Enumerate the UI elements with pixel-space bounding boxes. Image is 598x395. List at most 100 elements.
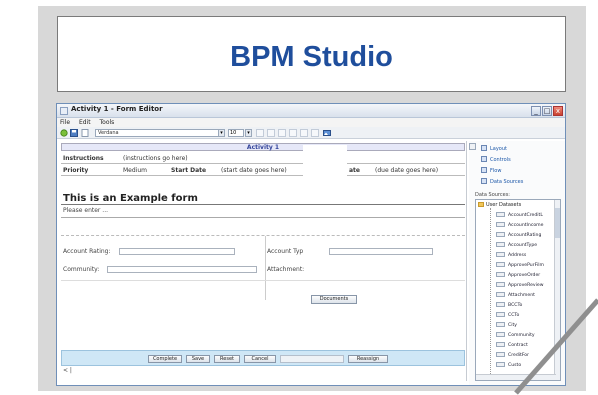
chevron-down-icon[interactable]: ▾ (245, 129, 252, 137)
align-left-button[interactable] (289, 129, 297, 137)
menu-edit[interactable]: Edit (79, 119, 91, 126)
tree-item[interactable]: AccountIncome (496, 222, 543, 228)
data-source-tree[interactable]: User Datasets AccountCreditL AccountInco… (475, 199, 561, 381)
italic-button[interactable] (267, 129, 275, 137)
documents-button[interactable]: Documents (311, 295, 357, 304)
instructions-row: Instructions (instructions go here) (61, 153, 465, 164)
save-icon[interactable] (70, 129, 78, 137)
tree-item[interactable]: ApproveOrder (496, 272, 540, 278)
activity-title: Activity 1 (61, 143, 465, 151)
action-button-bar: Complete Save Reset Cancel Reassign (61, 350, 465, 366)
save-button[interactable]: Save (186, 355, 210, 363)
bold-button[interactable] (256, 129, 264, 137)
tree-item[interactable]: City (496, 322, 517, 328)
account-rating-input[interactable] (119, 248, 235, 255)
panel-item-flow[interactable]: Flow (481, 167, 501, 174)
priority-value: Medium (123, 167, 147, 174)
maximize-button[interactable]: □ (542, 106, 552, 116)
tree-vertical-scrollbar[interactable] (554, 200, 560, 380)
font-size-select[interactable]: 10 (228, 129, 244, 137)
align-center-button[interactable] (300, 129, 308, 137)
tree-item[interactable]: Attachment (496, 292, 535, 298)
field-icon (496, 332, 505, 337)
chevron-down-icon[interactable]: ▾ (218, 129, 225, 137)
account-rating-label: Account Rating: (63, 248, 111, 255)
field-icon (496, 272, 505, 277)
slide-title: BPM Studio (230, 41, 393, 73)
menu-tools[interactable]: Tools (100, 119, 115, 126)
font-select[interactable]: Verdana (95, 129, 225, 137)
scrollbar-thumb[interactable] (555, 208, 560, 238)
tree-item[interactable]: ApproveReview (496, 282, 544, 288)
tree-root[interactable]: User Datasets (478, 202, 521, 208)
tree-item[interactable]: AccountRating (496, 232, 541, 238)
app-icon (60, 107, 68, 115)
account-type-input[interactable] (329, 248, 433, 255)
cursor-line: < | (63, 367, 72, 374)
tree-horizontal-scrollbar[interactable] (476, 374, 556, 380)
start-date-value: (start date goes here) (221, 167, 287, 174)
data-sources-icon (481, 178, 487, 184)
cancel-button[interactable]: Cancel (244, 355, 276, 363)
underline-button[interactable] (278, 129, 286, 137)
field-icon (496, 322, 505, 327)
minimize-button[interactable]: _ (531, 106, 541, 116)
community-input[interactable] (107, 266, 257, 273)
please-enter-text: Please enter ... (63, 207, 109, 214)
window-titlebar: Activity 1 - Form Editor _ □ x (57, 104, 565, 118)
tree-item[interactable]: BCCTo (496, 302, 522, 308)
field-icon (496, 352, 505, 357)
flow-icon (481, 167, 487, 173)
account-type-label: Account Typ (267, 248, 304, 255)
data-sources-label: Data Sources: (475, 192, 510, 198)
toolbar: Verdana ▾ 10 ▾ (57, 127, 565, 139)
reassign-button[interactable]: Reassign (348, 355, 388, 363)
field-icon (496, 282, 505, 287)
tree-item[interactable]: Community (496, 332, 535, 338)
tree-item[interactable]: ApprovePurFilm (496, 262, 544, 268)
image-icon[interactable] (323, 129, 331, 137)
form-editor-window: Activity 1 - Form Editor _ □ x File Edit… (56, 103, 566, 386)
refresh-icon[interactable] (60, 129, 68, 137)
page-icon[interactable] (81, 129, 89, 137)
field-icon (496, 212, 505, 217)
reset-button[interactable]: Reset (214, 355, 240, 363)
blank-button[interactable] (280, 355, 344, 363)
tree-item[interactable]: AccountType (496, 242, 537, 248)
tree-item[interactable]: Contract (496, 342, 528, 348)
field-icon (496, 292, 505, 297)
due-date-label: ate (349, 167, 360, 174)
menu-file[interactable]: File (60, 119, 70, 126)
panel-item-layout[interactable]: Layout (481, 145, 507, 152)
field-icon (496, 242, 505, 247)
controls-icon (481, 156, 487, 162)
instructions-label: Instructions (63, 155, 104, 162)
close-button[interactable]: x (553, 106, 563, 116)
row-divider (61, 280, 465, 281)
blank-overlay (303, 145, 347, 231)
tree-item[interactable]: CreditFor (496, 352, 529, 358)
tree-item[interactable]: CCTo (496, 312, 519, 318)
priority-row: Priority Medium Start Date (start date g… (61, 165, 465, 176)
field-icon (496, 362, 505, 367)
start-date-label: Start Date (171, 167, 207, 174)
tree-item[interactable]: Custo (496, 362, 521, 368)
window-title: Activity 1 - Form Editor (71, 105, 163, 113)
due-date-value: (due date goes here) (375, 167, 439, 174)
tree-item[interactable]: Address (496, 252, 526, 258)
folder-icon (478, 202, 484, 207)
align-right-button[interactable] (311, 129, 319, 137)
field-icon (496, 312, 505, 317)
column-divider (265, 236, 266, 300)
form-canvas[interactable]: Activity 1 Instructions (instructions go… (59, 141, 467, 381)
field-icon (496, 342, 505, 347)
instructions-value: (instructions go here) (123, 155, 188, 162)
tree-item[interactable]: AccountCreditL (496, 212, 543, 218)
fields-grid: Account Rating: Account Typ Community: A… (61, 235, 465, 300)
panel-item-controls[interactable]: Controls (481, 156, 511, 163)
collapse-toggle[interactable] (469, 143, 476, 150)
attachment-label: Attachment: (267, 266, 305, 273)
complete-button[interactable]: Complete (148, 355, 182, 363)
panel-item-data-sources[interactable]: Data Sources (481, 178, 523, 185)
field-icon (496, 232, 505, 237)
